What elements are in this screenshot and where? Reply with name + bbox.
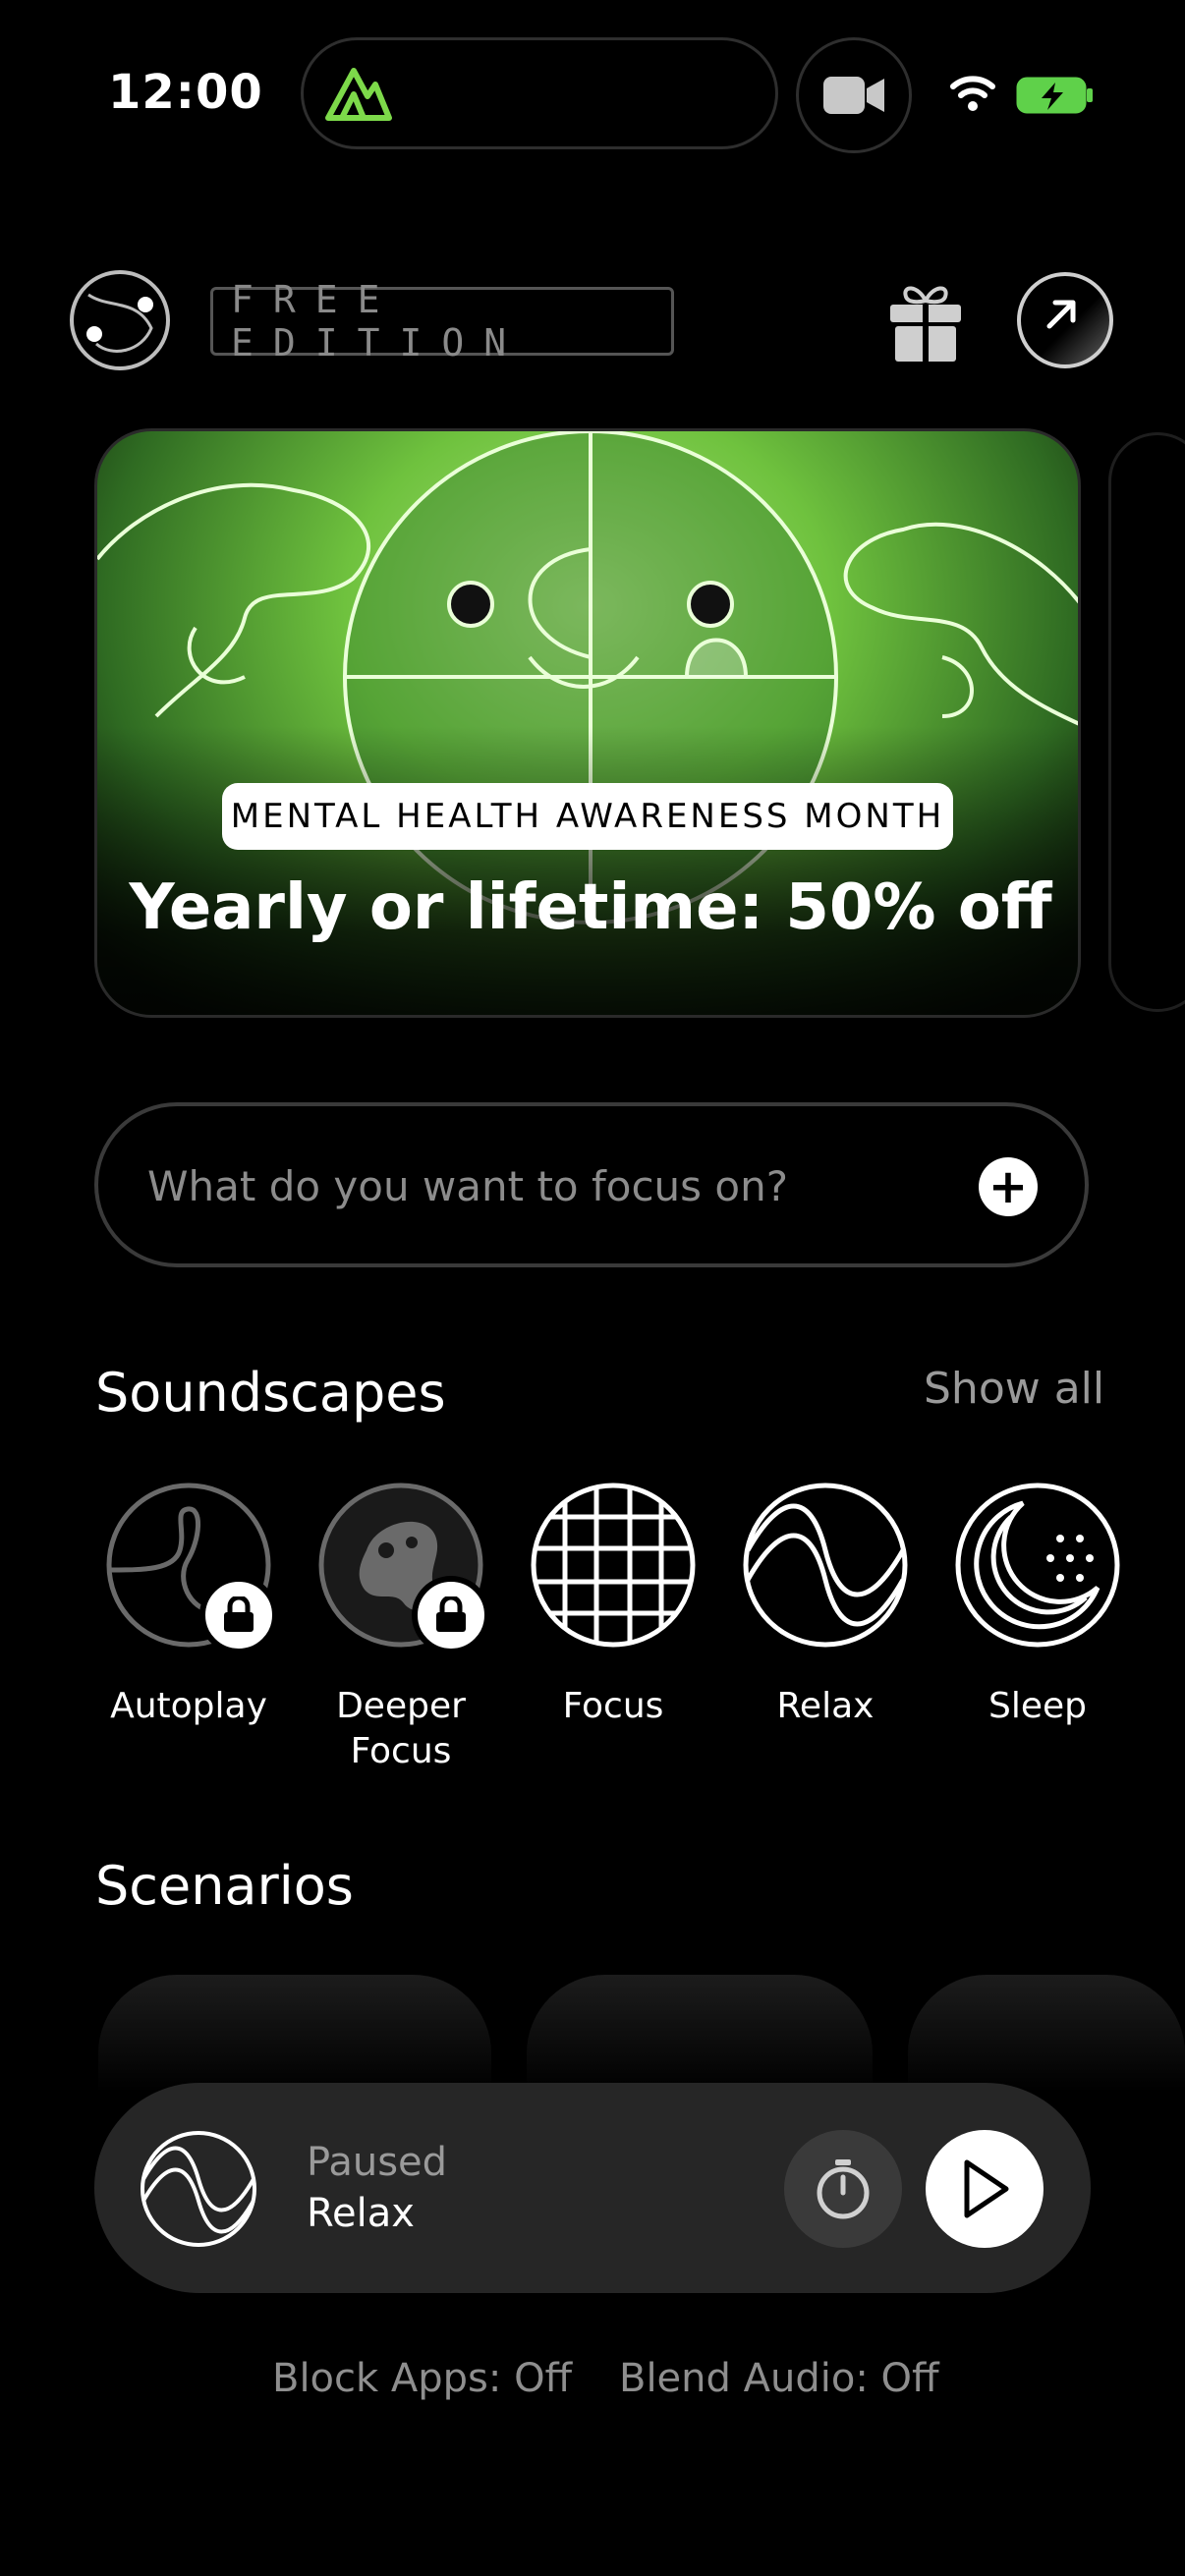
soundscape-label: Autoplay — [110, 1686, 267, 1726]
soundscape-label: Focus — [562, 1686, 664, 1726]
soundscape-label: Deeper Focus — [336, 1686, 466, 1771]
profile-avatar-icon[interactable] — [69, 269, 171, 371]
blend-audio-toggle[interactable]: Blend Audio: Off — [619, 2356, 939, 2401]
play-button[interactable] — [926, 2130, 1044, 2248]
soundscape-focus[interactable]: Focus — [520, 1482, 706, 1729]
timer-button[interactable] — [784, 2130, 902, 2248]
play-icon — [964, 2159, 1009, 2218]
player-status: Paused — [307, 2140, 448, 2185]
app-logo-icon — [325, 68, 392, 121]
share-arrow-icon[interactable] — [1016, 271, 1114, 369]
focus-input[interactable] — [145, 1106, 955, 1265]
focus-grid-icon — [531, 1483, 696, 1648]
promo-tag: MENTAL HEALTH AWARENESS MONTH — [222, 783, 953, 850]
show-all-link[interactable]: Show all — [924, 1364, 1104, 1414]
relax-wave-icon — [743, 1483, 908, 1648]
relax-wave-icon — [141, 2131, 256, 2247]
scenario-card[interactable] — [908, 1975, 1185, 2093]
stopwatch-icon — [817, 2159, 870, 2219]
add-icon[interactable]: + — [979, 1157, 1038, 1216]
block-apps-toggle[interactable]: Block Apps: Off — [272, 2356, 572, 2401]
lock-icon — [199, 1576, 278, 1654]
soundscape-label: Sleep — [988, 1686, 1087, 1726]
sleep-moon-icon — [955, 1483, 1120, 1648]
soundscape-autoplay[interactable]: Autoplay — [95, 1482, 282, 1729]
edition-badge: FREE EDITION — [210, 278, 674, 364]
soundscape-relax[interactable]: Relax — [732, 1482, 919, 1729]
wifi-icon — [950, 76, 995, 111]
soundscape-sleep[interactable]: Sleep — [944, 1482, 1131, 1729]
soundscapes-title: Soundscapes — [95, 1362, 446, 1424]
status-time: 12:00 — [108, 65, 263, 120]
scenarios-title: Scenarios — [95, 1855, 354, 1917]
video-camera-icon — [823, 77, 884, 114]
promo-banner[interactable]: MENTAL HEALTH AWARENESS MONTH Yearly or … — [94, 428, 1081, 1018]
soundscape-deeper-focus[interactable]: Deeper Focus — [308, 1482, 494, 1774]
lock-icon — [412, 1576, 490, 1654]
gift-icon[interactable] — [888, 279, 963, 364]
scenario-card[interactable] — [527, 1975, 873, 2093]
promo-title: Yearly or lifetime: 50% off — [129, 871, 1052, 944]
player-track-name: Relax — [307, 2191, 415, 2236]
mini-player[interactable]: Paused Relax — [94, 2083, 1091, 2293]
scenario-card[interactable] — [98, 1975, 491, 2093]
battery-charging-icon — [1016, 77, 1093, 114]
next-banner-peek[interactable] — [1108, 432, 1185, 1012]
focus-search-bar[interactable]: + — [94, 1102, 1089, 1267]
soundscape-label: Relax — [776, 1686, 875, 1726]
